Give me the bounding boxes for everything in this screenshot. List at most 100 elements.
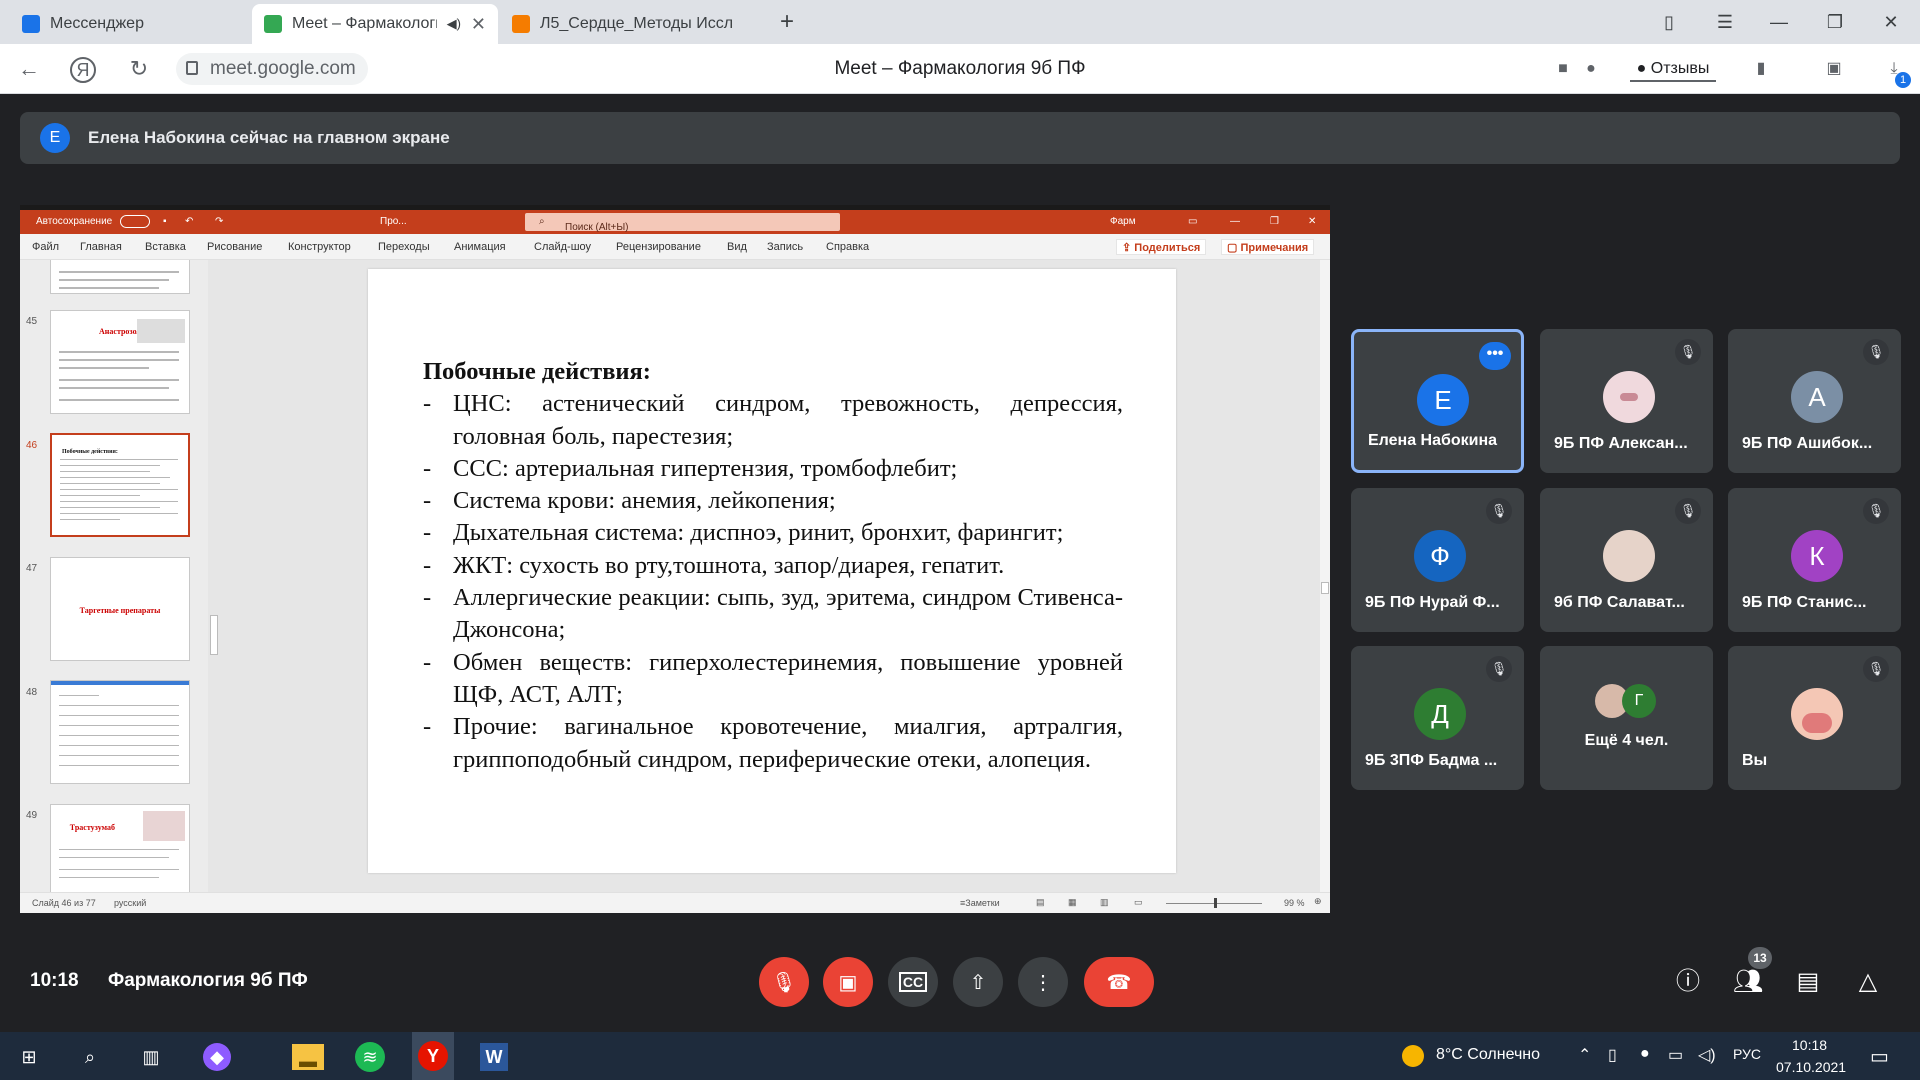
- autosave-toggle[interactable]: [120, 215, 150, 228]
- alice-icon[interactable]: ◆: [203, 1043, 231, 1071]
- chat-icon[interactable]: ▤: [1790, 964, 1826, 1000]
- file-name[interactable]: Про...: [380, 216, 407, 227]
- notifications-icon[interactable]: ▭: [1870, 1044, 1889, 1069]
- slide-sorter-icon[interactable]: ▦: [1068, 897, 1077, 908]
- captions-button[interactable]: CC: [888, 957, 938, 1007]
- slide-text-box[interactable]: Побочные действия: ЦНС: астенический син…: [423, 356, 1123, 776]
- ppt-close-button[interactable]: ✕: [1308, 216, 1316, 227]
- camera-icon[interactable]: ■: [1552, 56, 1574, 82]
- slide-thumbnail[interactable]: Таргетные препараты: [50, 557, 190, 661]
- participant-tile[interactable]: 🎙︎ 9б ПФ Салават...: [1540, 488, 1713, 632]
- tab-document[interactable]: Л5_Сердце_Методы Иссле: [500, 4, 745, 44]
- more-options-icon[interactable]: •••: [1479, 342, 1511, 370]
- slide-thumbnail[interactable]: Анастрозол: [50, 310, 190, 414]
- self-tile[interactable]: 🎙︎ Вы: [1728, 646, 1901, 790]
- menu-review[interactable]: Рецензирование: [616, 241, 701, 253]
- participant-tile[interactable]: Ф 🎙︎ 9Б ПФ Нурай Ф...: [1351, 488, 1524, 632]
- redo-icon[interactable]: ↷: [215, 216, 223, 227]
- bookmarks-icon[interactable]: ▯: [1654, 8, 1684, 36]
- mic-tray-icon[interactable]: ●: [1640, 1045, 1650, 1063]
- menu-help[interactable]: Справка: [826, 241, 869, 253]
- menu-draw[interactable]: Рисование: [207, 241, 262, 253]
- participant-tile[interactable]: А 🎙︎ 9Б ПФ Ашибок...: [1728, 329, 1901, 473]
- scrollbar-thumb[interactable]: [1321, 582, 1329, 594]
- participant-tile[interactable]: Е ••• Елена Набокина: [1351, 329, 1524, 473]
- undo-icon[interactable]: ↶: [185, 216, 193, 227]
- minimize-button[interactable]: —: [1764, 8, 1794, 36]
- menu-icon[interactable]: ☰: [1710, 8, 1740, 36]
- close-tab-icon[interactable]: ✕: [471, 14, 486, 35]
- input-language[interactable]: РУС: [1733, 1046, 1761, 1062]
- share-button[interactable]: ⇪ Поделиться: [1116, 239, 1207, 255]
- ppt-restore-button[interactable]: ❐: [1270, 216, 1279, 227]
- weather-label[interactable]: 8°C Солнечно: [1436, 1046, 1540, 1064]
- reading-view-icon[interactable]: ▥: [1100, 897, 1109, 908]
- slide-thumbnail[interactable]: Трастузумаб: [50, 804, 190, 892]
- file-explorer-icon[interactable]: ▬: [292, 1044, 324, 1071]
- scrollbar-thumb[interactable]: [210, 615, 218, 655]
- menu-animation[interactable]: Анимация: [454, 241, 506, 253]
- camera-toggle-button[interactable]: ▣: [823, 957, 873, 1007]
- menu-record[interactable]: Запись: [767, 241, 803, 253]
- slideshow-view-icon[interactable]: ▭: [1134, 897, 1143, 908]
- thumbnail-scrollbar[interactable]: [208, 260, 220, 892]
- ppt-search-input[interactable]: ⌕ Поиск (Alt+Ы): [525, 213, 840, 233]
- tab-meet[interactable]: Meet – Фармакологи ◀) ✕: [252, 4, 498, 44]
- slide-thumbnail[interactable]: [50, 260, 190, 294]
- word-icon[interactable]: W: [480, 1043, 508, 1071]
- spotify-icon[interactable]: ≋: [355, 1042, 385, 1072]
- current-slide[interactable]: Побочные действия: ЦНС: астенический син…: [368, 269, 1176, 873]
- menu-transitions[interactable]: Переходы: [378, 241, 430, 253]
- restore-button[interactable]: ❐: [1820, 8, 1850, 36]
- tray-chevron-icon[interactable]: ⌃: [1578, 1045, 1591, 1065]
- clock-time[interactable]: 10:18: [1792, 1037, 1827, 1053]
- slide-thumbnails[interactable]: 45 Анастрозол 46 Побочные действия: 47 Т…: [20, 260, 220, 892]
- menu-slideshow[interactable]: Слайд-шоу: [534, 241, 591, 253]
- slide-thumbnail-selected[interactable]: Побочные действия:: [50, 433, 190, 537]
- participant-tile[interactable]: Д 🎙︎ 9Б 3ПФ Бадма ...: [1351, 646, 1524, 790]
- network-icon[interactable]: ▭: [1668, 1045, 1683, 1065]
- meeting-info-icon[interactable]: ⓘ: [1670, 964, 1706, 1000]
- menu-design[interactable]: Конструктор: [288, 241, 351, 253]
- more-participants-tile[interactable]: Г Ещё 4 чел.: [1540, 646, 1713, 790]
- fit-slide-icon[interactable]: ⊕: [1314, 896, 1322, 907]
- more-options-button[interactable]: ⋮: [1018, 957, 1068, 1007]
- bookmark-icon[interactable]: ▮: [1750, 56, 1772, 82]
- collections-icon[interactable]: ▣: [1820, 56, 1848, 82]
- present-screen-button[interactable]: ⇧: [953, 957, 1003, 1007]
- slide-editor[interactable]: Побочные действия: ЦНС: астенический син…: [220, 260, 1320, 892]
- normal-view-icon[interactable]: ▤: [1036, 897, 1045, 908]
- people-icon[interactable]: 👥︎: [1730, 964, 1766, 1000]
- save-icon[interactable]: ▪: [163, 216, 167, 227]
- close-window-button[interactable]: ✕: [1876, 8, 1906, 36]
- slide-scrollbar[interactable]: [1320, 260, 1330, 892]
- comments-button[interactable]: ▢ Примечания: [1221, 239, 1315, 255]
- mic-icon[interactable]: ●: [1580, 56, 1602, 82]
- zoom-level[interactable]: 99 %: [1284, 898, 1305, 908]
- windows-start-icon[interactable]: ⊞: [12, 1040, 46, 1074]
- notes-button[interactable]: ≡Заметки: [960, 898, 1000, 908]
- participant-tile[interactable]: 🎙︎ 9Б ПФ Алексан...: [1540, 329, 1713, 473]
- yandex-browser-taskbar-icon[interactable]: Y: [412, 1032, 454, 1080]
- search-icon[interactable]: ⌕: [73, 1040, 107, 1074]
- tab-messenger[interactable]: Мессенджер: [10, 4, 250, 44]
- mic-toggle-button[interactable]: 🎙︎: [759, 957, 809, 1007]
- slide-thumbnail[interactable]: [50, 680, 190, 784]
- participant-tile[interactable]: К 🎙︎ 9Б ПФ Станис...: [1728, 488, 1901, 632]
- menu-file[interactable]: Файл: [32, 241, 59, 253]
- volume-icon[interactable]: ◁): [1698, 1045, 1716, 1065]
- speaker-icon[interactable]: ◀): [447, 16, 461, 32]
- reviews-button[interactable]: ● Отзывы: [1630, 56, 1716, 82]
- new-tab-button[interactable]: +: [772, 8, 802, 36]
- menu-home[interactable]: Главная: [80, 241, 122, 253]
- menu-insert[interactable]: Вставка: [145, 241, 186, 253]
- ppt-minimize-button[interactable]: —: [1230, 216, 1240, 227]
- ribbon-display-icon[interactable]: ▭: [1188, 216, 1197, 227]
- menu-view[interactable]: Вид: [727, 241, 747, 253]
- leave-call-button[interactable]: ☎: [1084, 957, 1154, 1007]
- task-view-icon[interactable]: ▥: [134, 1040, 168, 1074]
- device-icon[interactable]: ▯: [1608, 1045, 1617, 1065]
- zoom-slider-handle[interactable]: [1214, 898, 1217, 908]
- activities-icon[interactable]: △: [1850, 964, 1886, 1000]
- clock-date[interactable]: 07.10.2021: [1776, 1059, 1846, 1075]
